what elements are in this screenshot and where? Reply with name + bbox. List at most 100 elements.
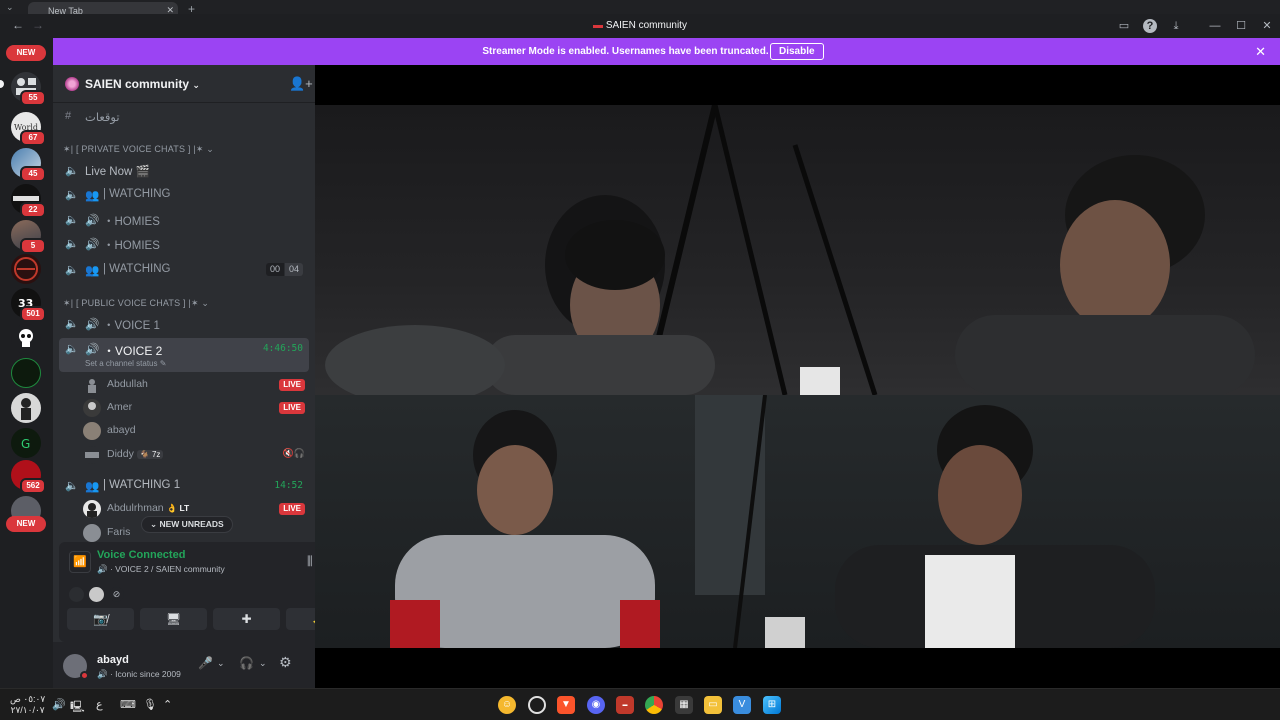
store-icon[interactable]: ▦ bbox=[675, 696, 693, 714]
windows-taskbar: ٠٥:٠٧ ص ٢٧/١٠/٠٧ 🔊 🖳 ع ⌨ 🎙 ⌃ ☺ ▼ ◉ ▬ ▦ ▭… bbox=[0, 688, 1280, 720]
noise-suppression-icon[interactable]: ⫼ bbox=[307, 554, 313, 569]
taskbar-app-icon[interactable]: ☺ bbox=[498, 696, 516, 714]
chevron-up-icon[interactable]: ⌃ bbox=[163, 698, 172, 711]
taskbar-app-icon[interactable] bbox=[528, 696, 546, 714]
voice-status[interactable]: Voice Connected bbox=[97, 549, 185, 561]
category-private[interactable]: ✶| [ PRIVATE VOICE CHATS ] |✶ ⌄ bbox=[63, 144, 214, 155]
close-banner-icon[interactable]: ✕ bbox=[1255, 44, 1266, 60]
dnd-status-icon bbox=[80, 671, 89, 680]
voice-channel-voice2[interactable]: 🔈 🔊 ・VOICE 2 4:46:50 Set a channel statu… bbox=[59, 338, 309, 372]
network-icon[interactable]: 🖳 bbox=[70, 698, 85, 717]
speaker-connected-icon: 🔈 bbox=[65, 343, 79, 355]
server-icon-6[interactable] bbox=[11, 254, 41, 284]
voice-channel-voice1[interactable]: 🔈 🔊 ・VOICE 1 bbox=[59, 313, 309, 335]
channel-status[interactable]: Set a channel status ✎ bbox=[85, 359, 166, 368]
text-channel[interactable]: # توقعات bbox=[59, 106, 309, 128]
voice-channel-homies-2[interactable]: 🔈 🔊 ・HOMIES bbox=[59, 233, 309, 255]
category-public[interactable]: ✶| [ PUBLIC VOICE CHATS ] |✶ ⌄ bbox=[63, 298, 209, 309]
svg-text:G: G bbox=[21, 437, 30, 451]
window-title: ▬ SAIEN community bbox=[593, 20, 687, 31]
headphones-icon[interactable]: 🎧 bbox=[239, 656, 254, 670]
speaker-connected-icon: 🔈 bbox=[65, 480, 79, 492]
microphone-icon[interactable]: 🎤 bbox=[198, 656, 213, 670]
voice-timer: 14:52 bbox=[274, 480, 303, 491]
server-name: SAIEN community ⌄ bbox=[85, 77, 200, 91]
group-icon: 👥 bbox=[85, 481, 100, 493]
screen-share-button[interactable]: 🖥 bbox=[140, 608, 207, 630]
user-limit: 04 bbox=[284, 263, 303, 276]
speaker-icon: 🔊 bbox=[85, 215, 100, 227]
server-icon-11[interactable]: G bbox=[11, 428, 41, 458]
close-window-icon[interactable]: ✕ bbox=[1260, 19, 1274, 33]
user-name[interactable]: abayd bbox=[97, 654, 129, 666]
voice-channel-homies[interactable]: 🔈 🔊 ・HOMIES bbox=[59, 209, 309, 231]
video-frame-bottom[interactable] bbox=[315, 395, 1280, 648]
signal-icon[interactable]: 📶 bbox=[69, 551, 91, 573]
voice-user[interactable]: Diddy 🐐 7z 🔇🎧 bbox=[83, 444, 309, 466]
microphone-tray-icon[interactable]: 🎙 bbox=[143, 698, 157, 711]
gear-icon[interactable]: ⚙ bbox=[279, 654, 292, 671]
server-icon-10[interactable] bbox=[11, 393, 41, 423]
keyboard-icon[interactable]: ⌨ bbox=[120, 698, 136, 711]
chevron-down-icon[interactable]: ⌄ bbox=[259, 658, 267, 669]
server-icon-3[interactable]: 45 bbox=[11, 148, 46, 182]
server-icon-1[interactable]: 55 bbox=[11, 72, 46, 106]
voice-user[interactable]: abayd bbox=[83, 420, 309, 442]
tab-list-icon[interactable]: ⌄ bbox=[6, 2, 14, 13]
inbox-icon[interactable]: ▭ bbox=[1117, 19, 1131, 33]
avatar bbox=[83, 399, 101, 417]
server-icon-7[interactable]: 33 501 bbox=[11, 288, 46, 322]
streamer-mode-banner: Streamer Mode is enabled. Usernames have… bbox=[53, 38, 1280, 65]
file-explorer-icon[interactable]: ▭ bbox=[704, 696, 722, 714]
figure-icon bbox=[21, 398, 31, 420]
server-icon-8[interactable] bbox=[11, 324, 41, 354]
maximize-icon[interactable]: ☐ bbox=[1234, 19, 1248, 33]
voice-timer: 4:46:50 bbox=[262, 343, 303, 354]
chevron-down-icon[interactable]: ⌄ bbox=[217, 658, 225, 669]
server-icon-2[interactable]: World 67 bbox=[11, 112, 46, 146]
muted-deafened-icon: 🔇🎧 bbox=[282, 448, 305, 458]
voice-user[interactable]: Amer LIVE bbox=[83, 397, 309, 419]
voice-participants: ⊘ bbox=[69, 587, 129, 602]
video-frame-top[interactable] bbox=[315, 105, 1280, 395]
browser-tab-strip: ⌄ New Tab ✕ + bbox=[0, 0, 1280, 16]
server-badge-icon bbox=[65, 77, 79, 91]
windows-start-icon[interactable]: ⊞ bbox=[763, 696, 781, 714]
volume-icon[interactable]: 🔊 bbox=[52, 698, 66, 711]
invite-people-icon[interactable]: 👤+ bbox=[289, 76, 313, 92]
voice-channel-watching1[interactable]: 🔈 👥 | WATCHING 1 14:52 bbox=[59, 475, 309, 497]
new-messages-pill-bottom[interactable]: NEW bbox=[6, 516, 46, 532]
minimize-icon[interactable]: — bbox=[1208, 19, 1222, 33]
voice-user[interactable]: Abdullah LIVE bbox=[83, 374, 309, 396]
voice-channel-watching[interactable]: 🔈 👥 | WATCHING bbox=[59, 184, 309, 206]
taskbar-app-icon[interactable]: ▬ bbox=[616, 696, 634, 714]
system-clock[interactable]: ٠٥:٠٧ ص ٢٧/١٠/٠٧ bbox=[10, 694, 45, 716]
voice-location[interactable]: 🔊 · VOICE 2 / SAIEN community bbox=[97, 564, 225, 575]
speaker-lock-icon: 🔈 bbox=[65, 264, 79, 276]
server-header[interactable]: SAIEN community ⌄ 👤+ bbox=[53, 65, 315, 103]
server-icon-5[interactable]: 5 bbox=[11, 220, 46, 254]
download-icon[interactable]: ⤓ bbox=[1169, 19, 1183, 33]
red-logo-icon bbox=[14, 257, 38, 281]
user-count: 00 bbox=[265, 263, 284, 276]
camera-off-button[interactable]: 📷̸ bbox=[67, 608, 134, 630]
help-icon[interactable]: ? bbox=[1143, 19, 1157, 33]
taskbar-app-icon[interactable]: V bbox=[733, 696, 751, 714]
new-unreads-pill[interactable]: ⌄ NEW UNREADS bbox=[141, 516, 233, 533]
server-icon-9[interactable] bbox=[11, 358, 41, 388]
discord-icon[interactable]: ◉ bbox=[587, 696, 605, 714]
server-icon-12[interactable]: 562 bbox=[11, 460, 46, 494]
speaker-lock-icon: 🔈 bbox=[65, 165, 79, 177]
voice-channel-watching-2[interactable]: 🔈 👥 | WATCHING 00 04 bbox=[59, 259, 309, 281]
activities-button[interactable]: ✚ bbox=[213, 608, 280, 630]
server-icon-4[interactable]: 22 bbox=[11, 184, 46, 218]
stream-stage[interactable] bbox=[315, 65, 1280, 688]
language-indicator[interactable]: ع bbox=[96, 698, 103, 711]
voice-channel-live-now[interactable]: 🔈 Live Now 🎬 bbox=[59, 160, 309, 182]
mention-badge: 55 bbox=[20, 90, 46, 106]
disable-streamer-mode-button[interactable]: Disable bbox=[770, 43, 824, 60]
hash-icon: # bbox=[65, 110, 72, 122]
new-messages-pill-top[interactable]: NEW bbox=[6, 45, 46, 61]
brave-icon[interactable]: ▼ bbox=[557, 696, 575, 714]
chrome-icon[interactable] bbox=[645, 696, 663, 714]
